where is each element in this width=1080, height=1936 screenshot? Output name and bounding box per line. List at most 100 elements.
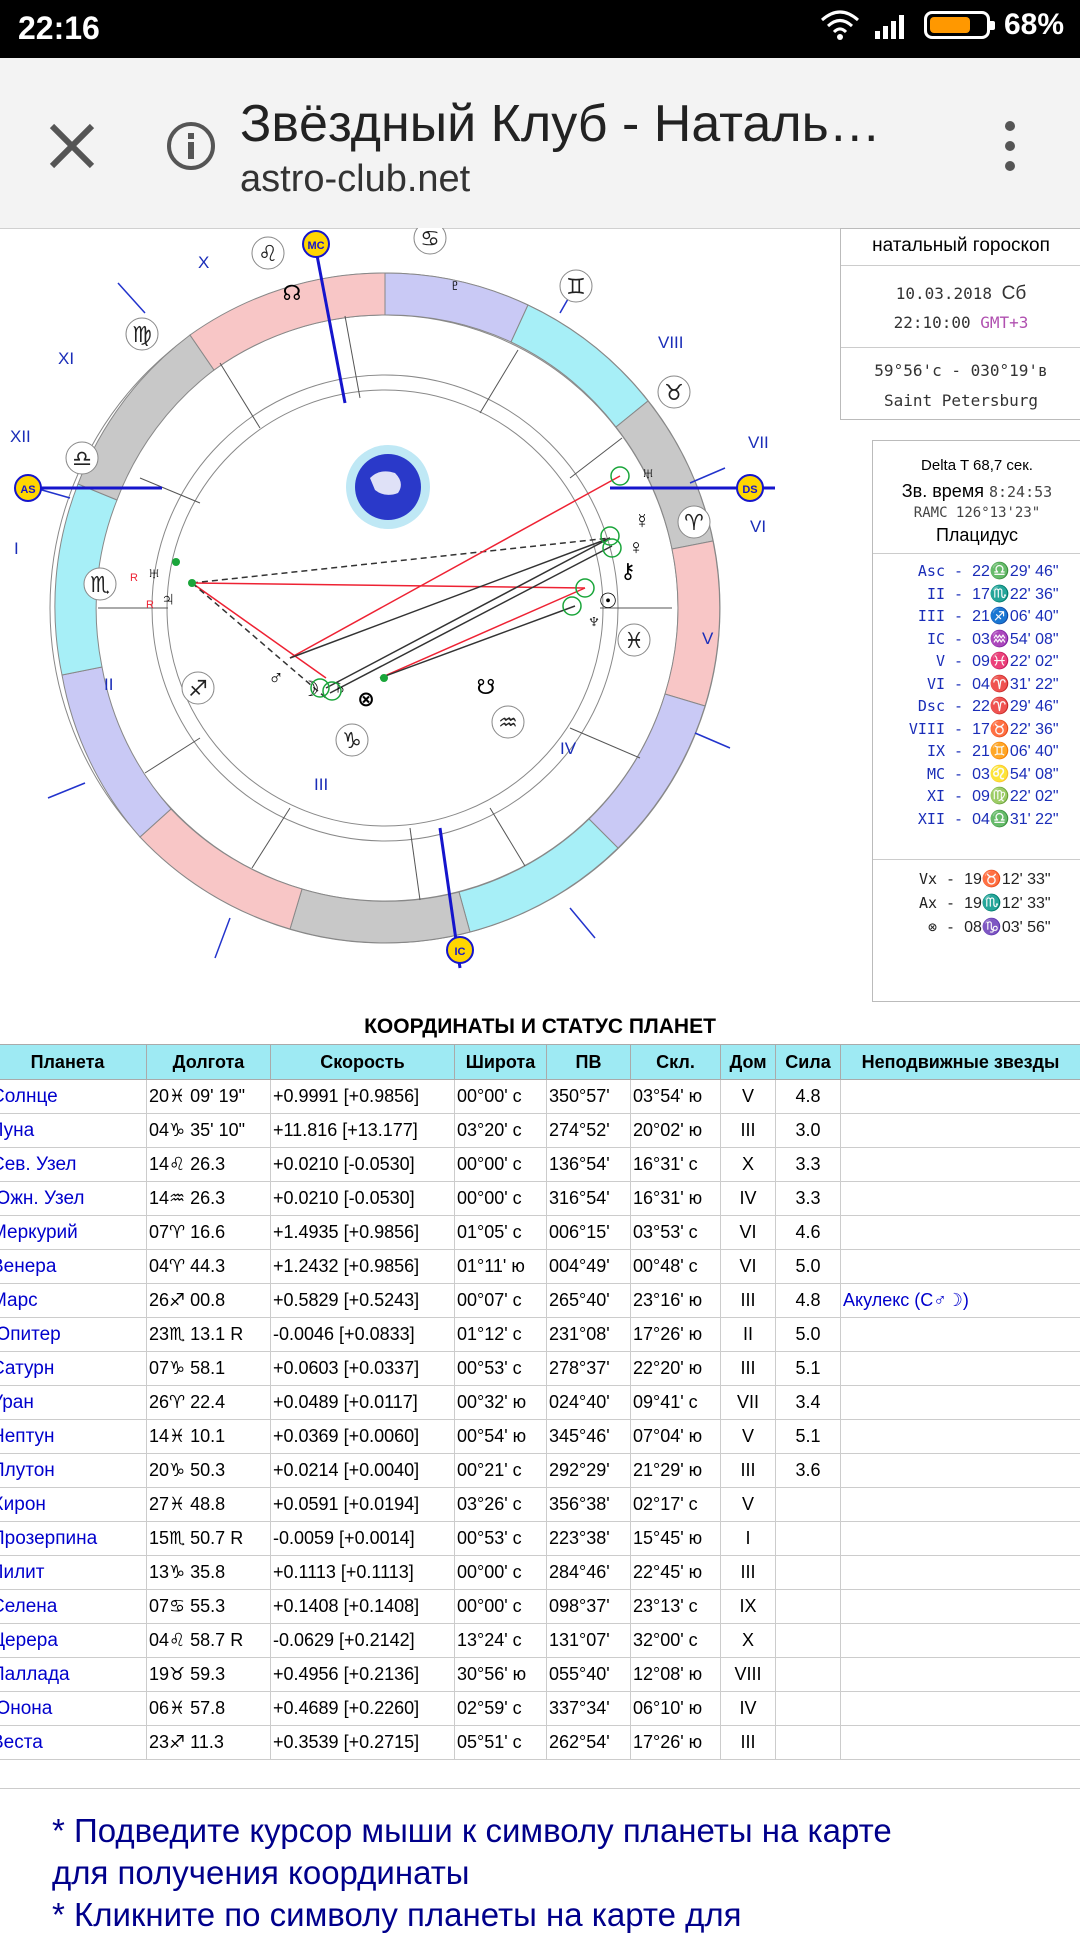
point-row: Vx - 19♉12' 33" bbox=[873, 869, 1080, 889]
fixed-star-cell[interactable]: Акулекс (С♂☽) bbox=[841, 1284, 1080, 1318]
column-header: Дом bbox=[721, 1045, 776, 1080]
cusp-row: XII - 04♎31' 22" bbox=[873, 809, 1080, 829]
planet-name-link[interactable]: Селена bbox=[0, 1590, 147, 1624]
chart-city: Saint Petersburg bbox=[841, 391, 1080, 410]
table-cell: 00°00' с bbox=[455, 1148, 547, 1182]
planet-pluto-glyph[interactable]: ♇ bbox=[447, 274, 463, 297]
planet-name-link[interactable]: Сев. Узел bbox=[0, 1148, 147, 1182]
cusp-row: Asc - 22♎29' 46" bbox=[873, 561, 1080, 581]
table-cell: X bbox=[721, 1624, 776, 1658]
page-url[interactable]: astro-club.net bbox=[240, 158, 470, 201]
wifi-icon bbox=[820, 10, 860, 40]
table-cell: III bbox=[721, 1454, 776, 1488]
planet-mercury-glyph[interactable]: ☿ bbox=[634, 510, 650, 533]
planet-name-link[interactable]: Венера bbox=[0, 1250, 147, 1284]
planet-name-link[interactable]: Лилит bbox=[0, 1556, 147, 1590]
planet-proserpina-glyph[interactable]: ♅ bbox=[146, 562, 162, 585]
planet-jupiter-glyph[interactable]: ♃ bbox=[160, 588, 176, 611]
table-cell: 13°24' с bbox=[455, 1624, 547, 1658]
planet-name-link[interactable]: Юпитер bbox=[0, 1318, 147, 1352]
table-cell bbox=[776, 1658, 841, 1692]
dsc-badge[interactable]: DS bbox=[737, 475, 763, 501]
planet-name-link[interactable]: Южн. Узел bbox=[0, 1182, 147, 1216]
planet-south-node-glyph[interactable]: ☋ bbox=[477, 676, 496, 699]
table-cell: 20♑ 50.3 bbox=[147, 1454, 271, 1488]
table-cell: 14♓ 10.1 bbox=[147, 1420, 271, 1454]
table-header-row: ПланетаДолготаСкоростьШиротаПВСкл.ДомСил… bbox=[0, 1045, 1080, 1080]
fixed-star-cell bbox=[841, 1114, 1080, 1148]
table-cell: 024°40' bbox=[547, 1386, 631, 1420]
delta-t-value: 68,7 сек. bbox=[973, 457, 1033, 474]
planet-chiron-glyph[interactable]: ⚷ bbox=[620, 560, 635, 583]
planet-venus-glyph[interactable]: ♀ bbox=[628, 536, 644, 559]
planet-table-section: КООРДИНАТЫ И СТАТУС ПЛАНЕТ ПланетаДолгот… bbox=[0, 1010, 1080, 1040]
cusp-separator: - bbox=[945, 697, 972, 715]
table-cell: 3.3 bbox=[776, 1148, 841, 1182]
planet-name-link[interactable]: Церера bbox=[0, 1624, 147, 1658]
table-cell bbox=[776, 1692, 841, 1726]
planet-name-link[interactable]: Юнона bbox=[0, 1692, 147, 1726]
planet-neptune-glyph[interactable]: ♆ bbox=[586, 610, 602, 633]
table-row: Юнона06♓ 57.8+0.4689 [+0.2260]02°59' с33… bbox=[0, 1692, 1080, 1726]
table-row: Солнце20♓ 09' 19"+0.9991 [+0.9856]00°00'… bbox=[0, 1080, 1080, 1114]
table-cell: 00°00' с bbox=[455, 1080, 547, 1114]
point-label: ⊗ bbox=[873, 918, 937, 936]
planet-name-link[interactable]: Луна bbox=[0, 1114, 147, 1148]
fixed-star-cell bbox=[841, 1182, 1080, 1216]
table-cell: +0.4956 [+0.2136] bbox=[271, 1658, 455, 1692]
table-cell: +0.0603 [+0.0337] bbox=[271, 1352, 455, 1386]
table-cell: 274°52' bbox=[547, 1114, 631, 1148]
table-row: Прозерпина15♏ 50.7 R-0.0059 [+0.0014]00°… bbox=[0, 1522, 1080, 1556]
planet-name-link[interactable]: Солнце bbox=[0, 1080, 147, 1114]
planet-node-glyph[interactable]: ☊ bbox=[283, 282, 302, 305]
ic-badge[interactable]: IC bbox=[447, 937, 473, 963]
fixed-star-cell bbox=[841, 1250, 1080, 1284]
planet-name-link[interactable]: Паллада bbox=[0, 1658, 147, 1692]
table-cell: 292°29' bbox=[547, 1454, 631, 1488]
cusp-label: Asc bbox=[873, 562, 945, 580]
fixed-star-cell bbox=[841, 1726, 1080, 1760]
sign-glyph: ♓ bbox=[624, 628, 644, 653]
table-cell: 223°38' bbox=[547, 1522, 631, 1556]
table-cell: 07♈ 16.6 bbox=[147, 1216, 271, 1250]
table-cell: 231°08' bbox=[547, 1318, 631, 1352]
table-cell: 04♑ 35' 10" bbox=[147, 1114, 271, 1148]
fixed-star-cell bbox=[841, 1556, 1080, 1590]
planet-name-link[interactable]: Уран bbox=[0, 1386, 147, 1420]
planet-name-link[interactable]: Веста bbox=[0, 1726, 147, 1760]
cusp-value: 22♈29' 46" bbox=[972, 698, 1059, 715]
table-cell: 350°57' bbox=[547, 1080, 631, 1114]
close-icon[interactable] bbox=[44, 118, 100, 174]
cusp-separator: - bbox=[945, 787, 972, 805]
planet-uranus-glyph[interactable]: ♅ bbox=[640, 462, 656, 485]
point-row: ⊗ - 08♑03' 56" bbox=[873, 917, 1080, 937]
part-fortune-glyph[interactable]: ⊗ bbox=[357, 688, 375, 711]
point-separator: - bbox=[937, 894, 964, 912]
cusp-separator: - bbox=[945, 810, 972, 828]
table-cell: 27♓ 48.8 bbox=[147, 1488, 271, 1522]
planet-name-link[interactable]: Хирон bbox=[0, 1488, 147, 1522]
delta-t-label: Delta T bbox=[921, 457, 969, 474]
status-bar: 22:16 68% bbox=[0, 0, 1080, 58]
info-icon[interactable] bbox=[165, 120, 217, 172]
hint-line-2: для получения координаты bbox=[52, 1852, 1052, 1894]
planet-moon-glyph[interactable]: ☽ bbox=[301, 678, 320, 701]
house-numeral: VIII bbox=[658, 333, 684, 352]
table-row: Марс26♐ 00.8+0.5829 [+0.5243]00°07' с265… bbox=[0, 1284, 1080, 1318]
more-menu-icon[interactable] bbox=[995, 118, 1025, 174]
planet-name-link[interactable]: Прозерпина bbox=[0, 1522, 147, 1556]
asc-badge[interactable]: AS bbox=[15, 475, 41, 501]
planet-name-link[interactable]: Сатурн bbox=[0, 1352, 147, 1386]
planet-name-link[interactable]: Плутон bbox=[0, 1454, 147, 1488]
cusp-row: IX - 21♊06' 40" bbox=[873, 741, 1080, 761]
mc-badge[interactable]: MC bbox=[303, 231, 329, 257]
table-cell: II bbox=[721, 1318, 776, 1352]
planet-mars-glyph[interactable]: ♂ bbox=[268, 666, 284, 689]
planet-name-link[interactable]: Нептун bbox=[0, 1420, 147, 1454]
planet-table: ПланетаДолготаСкоростьШиротаПВСкл.ДомСил… bbox=[0, 1044, 1080, 1760]
table-cell: 17°26' ю bbox=[631, 1726, 721, 1760]
planet-name-link[interactable]: Марс bbox=[0, 1284, 147, 1318]
cusp-separator: - bbox=[945, 630, 972, 648]
table-cell: +0.5829 [+0.5243] bbox=[271, 1284, 455, 1318]
planet-name-link[interactable]: Меркурий bbox=[0, 1216, 147, 1250]
